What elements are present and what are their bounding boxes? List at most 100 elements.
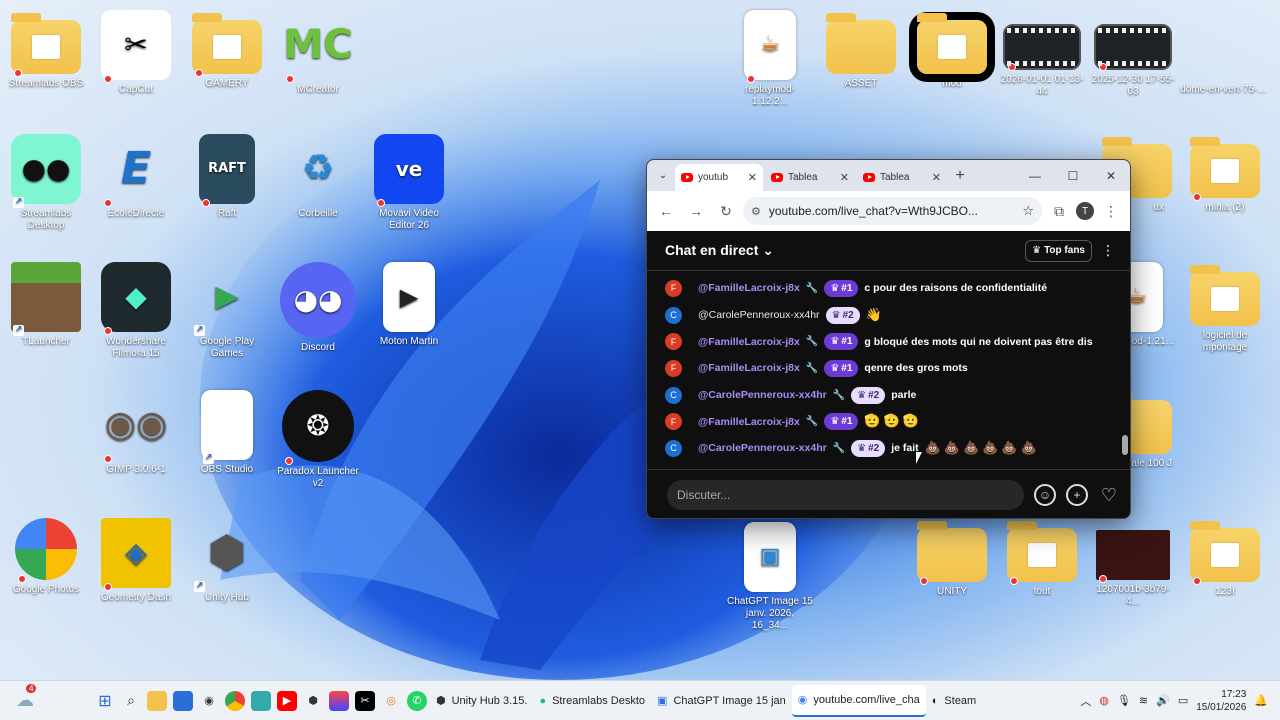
profile-avatar[interactable]: T [1076, 202, 1094, 220]
desktop-icon-chatgpt-image[interactable]: ▣ ChatGPT Image 15 janv. 2026, 16_34... [727, 522, 813, 632]
forward-icon[interactable]: → [683, 198, 709, 224]
tray-app-icon[interactable]: ◍ [1099, 694, 1109, 707]
extensions-icon[interactable]: ⧉ [1046, 198, 1072, 224]
windows-start-icon[interactable]: ⊞ [95, 691, 115, 711]
address-bar[interactable]: ⚙ youtube.com/live_chat?v=Wth9JCBO... ☆ [743, 197, 1042, 225]
search-icon[interactable]: ⌕ [121, 691, 141, 711]
desktop-icon-streamlabs-obs[interactable]: Streamlabs OBS [3, 10, 89, 90]
capcut-taskbar-icon[interactable]: ✂ [355, 690, 375, 711]
taskbar-app-steam[interactable]: ◐ Steam [926, 685, 982, 717]
author-name[interactable]: @FamilleLacroix-j8x [698, 336, 800, 348]
maximize-icon[interactable]: ☐ [1054, 169, 1092, 183]
close-window-icon[interactable]: ✕ [1092, 169, 1130, 183]
file-explorer-icon[interactable] [147, 690, 167, 711]
taskbar-app-unity-hub[interactable]: ⬢ Unity Hub 3.15. [430, 685, 533, 717]
author-avatar[interactable]: F [665, 359, 682, 377]
desktop-icon-video-2025[interactable]: 2025-12-30 17-55-03 [1090, 10, 1176, 98]
blender-icon[interactable]: ◎ [381, 691, 401, 711]
desktop-icon-logiciel[interactable]: logiciel de mpontage [1182, 262, 1268, 354]
camera-icon[interactable]: ◉ [199, 691, 219, 711]
desktop-icon-obs-studio[interactable]: ↗ OBS Studio [184, 390, 270, 476]
chat-menu-icon[interactable]: ⋮ [1098, 242, 1118, 259]
desktop-icon-raft[interactable]: RAFT Raft [184, 134, 270, 220]
unity-icon[interactable]: ⬢ [303, 691, 323, 711]
close-tab-icon[interactable]: ✕ [840, 171, 849, 184]
author-avatar[interactable]: C [665, 439, 682, 457]
bookmark-star-icon[interactable]: ☆ [1022, 203, 1034, 219]
taskbar-app-youtube-live-chat[interactable]: ◉ youtube.com/live_cha [791, 684, 926, 717]
desktop-icon-moton-martin[interactable]: ▶ Moton Martin [366, 262, 452, 348]
desktop-icon-mcreator[interactable]: MC MCreator [275, 10, 361, 96]
battery-icon[interactable]: ▭ [1178, 694, 1188, 707]
tab-search-icon[interactable]: ⌄ [653, 166, 673, 186]
desktop-icon-1207001b[interactable]: 1207001b-3b79-4... [1090, 518, 1176, 608]
chat-input[interactable]: Discuter... [667, 480, 1024, 510]
author-name[interactable]: @FamilleLacroix-j8x [698, 416, 800, 428]
browser-menu-icon[interactable]: ⋮ [1098, 198, 1124, 224]
chat-scrollbar[interactable] [1122, 275, 1128, 465]
desktop-icon-corbeille[interactable]: ♻ Corbeille [275, 134, 361, 220]
desktop-icon-google-photos[interactable]: Google Photos [3, 518, 89, 596]
author-name[interactable]: @FamilleLacroix-j8x [698, 282, 800, 294]
tab-youtube-live-chat[interactable]: youtub ✕ [675, 164, 763, 191]
top-fans-button[interactable]: ♛ Top fans [1025, 239, 1092, 262]
desktop-icon-replaymod[interactable]: ☕ replaymod-1.12.2... [727, 10, 813, 108]
desktop-icon-123i[interactable]: 123I [1182, 518, 1268, 598]
emoji-icon[interactable]: ☺ [1034, 484, 1056, 506]
desktop-icon-unity-hub[interactable]: ⬢ ↗ Unity Hub [184, 518, 270, 604]
new-tab-button[interactable]: + [949, 167, 971, 185]
author-name[interactable]: @CarolePenneroux-xx4hr [698, 442, 827, 454]
whatsapp-icon[interactable]: ✆ [407, 690, 427, 711]
desktop-icon-gimp[interactable]: ◉◉ GIMP 3.0.6-1 [93, 390, 179, 476]
app-icon[interactable] [251, 690, 271, 711]
desktop-icon-unity-folder[interactable]: UNITY [909, 518, 995, 598]
heart-icon[interactable]: ♡ [1098, 484, 1120, 506]
desktop-icon-discord[interactable]: ◕◕ Discord [275, 262, 361, 354]
close-tab-icon[interactable]: ✕ [748, 171, 757, 184]
desktop-icon-asset[interactable]: ASSET [818, 10, 904, 90]
desktop-icon-geometry-dash[interactable]: ◈ Geometry Dash [93, 518, 179, 604]
youtube-taskbar-icon[interactable]: ▶ [277, 690, 297, 711]
desktop-icon-streamlabs-desktop[interactable]: ●● ↗ Streamlabs Desktop [3, 134, 89, 232]
author-avatar[interactable]: F [665, 333, 682, 351]
author-name[interactable]: @CarolePenneroux-xx4hr [698, 309, 820, 321]
desktop-icon-tout[interactable]: tout [999, 518, 1085, 598]
close-tab-icon[interactable]: ✕ [932, 171, 941, 184]
desktop-icon-tlauncher[interactable]: ↗ TLauncher [3, 262, 89, 348]
author-avatar[interactable]: C [665, 306, 682, 324]
taskbar-app-chatgpt-image[interactable]: ▣ ChatGPT Image 15 jan [651, 685, 792, 717]
author-name[interactable]: @FamilleLacroix-j8x [698, 362, 800, 374]
desktop-icon-video-2026[interactable]: 2026-01-01 01-13-44 [999, 10, 1085, 98]
author-avatar[interactable]: C [665, 386, 682, 404]
chat-message-list[interactable]: F @FamilleLacroix-j8x 🔧 ♛ #1 c pour des raiso… [647, 271, 1130, 469]
wifi-icon[interactable]: ≋ [1139, 694, 1148, 707]
desktop-icon-mod[interactable]: mod [909, 10, 995, 90]
store-icon[interactable] [173, 690, 193, 711]
back-icon[interactable]: ← [653, 198, 679, 224]
colorful-app-icon[interactable] [329, 690, 349, 711]
desktop-icon-minia[interactable]: minia (2) [1182, 134, 1268, 214]
notifications-icon[interactable]: 🔔 [1254, 694, 1268, 707]
microphone-icon[interactable]: 🎙 [1117, 694, 1131, 707]
clock[interactable]: 17:23 15/01/2026 [1196, 688, 1246, 714]
tab-tableau-2[interactable]: Tablea ✕ [857, 164, 947, 191]
author-avatar[interactable]: F [665, 279, 682, 297]
minimize-icon[interactable]: — [1016, 169, 1054, 183]
desktop-icon-dome[interactable]: dome-en-vert-75-... [1180, 10, 1266, 96]
reload-icon[interactable]: ↻ [713, 198, 739, 224]
author-avatar[interactable]: F [665, 413, 682, 431]
desktop-icon-paradox[interactable]: ❂ Paradox Launcher v2 [275, 390, 361, 490]
tab-tableau-1[interactable]: Tablea ✕ [765, 164, 855, 191]
site-settings-icon[interactable]: ⚙ [751, 205, 761, 218]
desktop-icon-ecoledirecte[interactable]: E EcoleDirecte [93, 134, 179, 220]
chrome-icon[interactable] [225, 690, 245, 711]
weather-widget[interactable]: ☁ 4 [16, 684, 37, 711]
desktop-icon-google-play-games[interactable]: ▶ ↗ Google Play Games [184, 262, 270, 360]
taskbar-app-streamlabs[interactable]: ● Streamlabs Deskto [533, 685, 651, 717]
desktop-icon-filmora[interactable]: ◆ Wondershare Filmora 15 [93, 262, 179, 360]
desktop-icon-movavi[interactable]: ve Movavi Video Editor 26 [366, 134, 452, 232]
author-name[interactable]: @CarolePenneroux-xx4hr [698, 389, 827, 401]
volume-icon[interactable]: 🔊 [1156, 694, 1170, 707]
add-icon[interactable]: + [1066, 484, 1088, 506]
desktop-icon-gamery[interactable]: GAMERY [184, 10, 270, 90]
